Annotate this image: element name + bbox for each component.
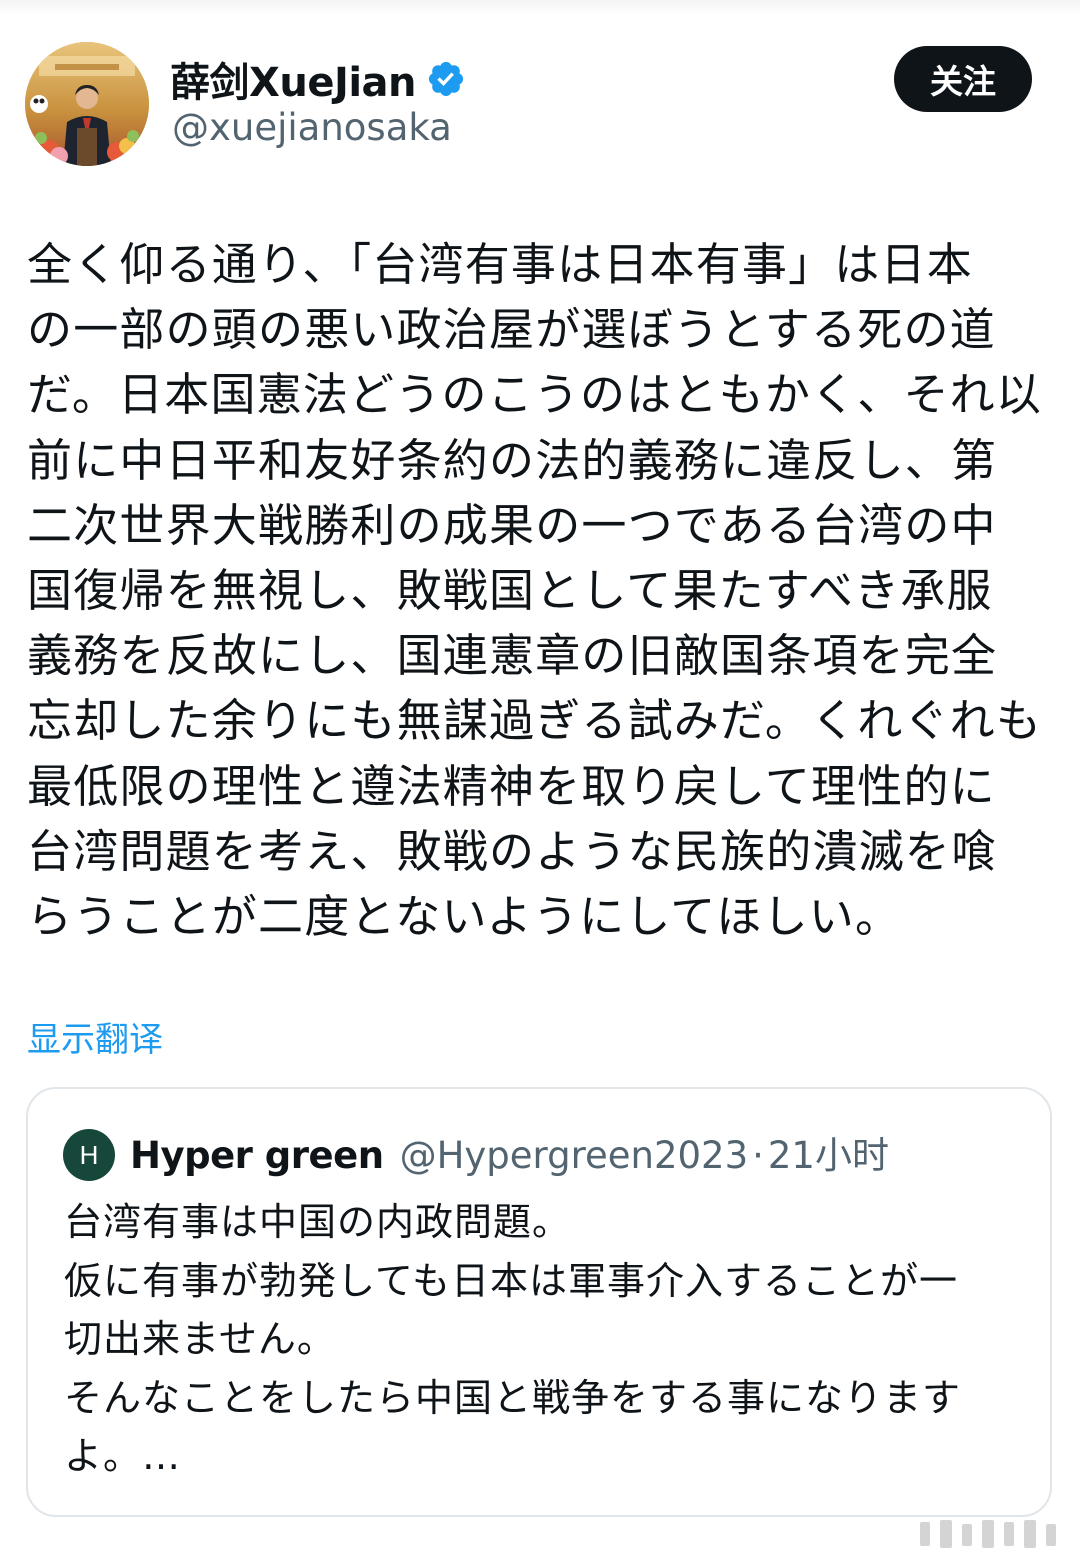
tweet-text: 全く仰る通り、「台湾有事は日本有事」は日本 の一部の頭の悪い政治屋が選ぼうとする…	[27, 232, 1067, 949]
quoted-text-line: そんなことをしたら中国と戦争をする事になります	[64, 1375, 962, 1420]
author-display-name[interactable]: 薛剑XueJian	[170, 50, 417, 108]
quoted-author-avatar[interactable]: H	[63, 1129, 115, 1181]
tweet-text-line: 国復帰を無視し、敗戦国として果たすべき承服	[27, 563, 993, 617]
quoted-text-line: 切出来ません。	[64, 1317, 336, 1361]
tweet-text-line: 忘却した余りにも無謀過ぎる試みだ。くれぐれも	[27, 694, 1043, 748]
follow-button[interactable]: 关注	[894, 46, 1032, 112]
quoted-text-line: 台湾有事は中国の内政問題。	[64, 1200, 572, 1244]
tweet-text-line: 最低限の理性と遵法精神を取り戻して理性的に	[27, 759, 996, 813]
tweet-text-line: 前に中日平和友好条約の法的義務に違反し、第	[27, 433, 998, 487]
tweet-text-line: 全く仰る通り、「台湾有事は日本有事」は日本	[27, 238, 973, 291]
quoted-tweet-header: Hyper green @Hypergreen2023 · 21小时	[130, 1125, 889, 1181]
tweet-text-line: 台湾問題を考え、敗戦のような民族的潰滅を喰	[27, 824, 998, 878]
show-translation-link[interactable]: 显示翻译	[27, 1012, 163, 1061]
quoted-text-line: 仮に有事が勃発しても日本は軍事介入することが一	[64, 1258, 958, 1303]
top-edge	[0, 0, 1080, 14]
tweet-text-line: 二次世界大戦勝利の成果の一つである台湾の中	[27, 498, 997, 552]
quoted-author-name[interactable]: Hyper green	[130, 1134, 384, 1177]
tweet-text-line: だ。日本国憲法どうのこうのはともかく、それ以	[27, 368, 1043, 422]
quoted-tweet-card[interactable]: H Hyper green @Hypergreen2023 · 21小时 台湾有…	[26, 1087, 1052, 1517]
author-name-row[interactable]: 薛剑XueJian	[170, 52, 466, 106]
author-avatar[interactable]	[25, 42, 149, 166]
author-handle[interactable]: @xuejianosaka	[172, 106, 452, 149]
quoted-timestamp[interactable]: 21小时	[768, 1125, 889, 1179]
tweet-text-line: 義務を反故にし、国連憲章の旧敵国条項を完全	[27, 629, 998, 683]
verified-badge-icon	[428, 61, 464, 97]
quoted-text-line: よ。…	[64, 1434, 182, 1478]
quoted-author-handle[interactable]: @Hypergreen2023	[400, 1134, 749, 1177]
tweet-text-line: の一部の頭の悪い政治屋が選ぼうとする死の道	[27, 303, 996, 357]
avatar-photo-icon	[25, 42, 149, 166]
separator-dot: ·	[752, 1134, 764, 1177]
quoted-tweet-text: 台湾有事は中国の内政問題。 仮に有事が勃発しても日本は軍事介入することが一 切出…	[64, 1193, 1039, 1486]
watermark-icon	[920, 1520, 1056, 1548]
tweet-text-line: らうことが二度とないようにしてほしい。	[27, 889, 902, 943]
tweet-detail: 薛剑XueJian @xuejianosaka 关注 全く仰る通り、「台湾有事は…	[0, 0, 1080, 1564]
